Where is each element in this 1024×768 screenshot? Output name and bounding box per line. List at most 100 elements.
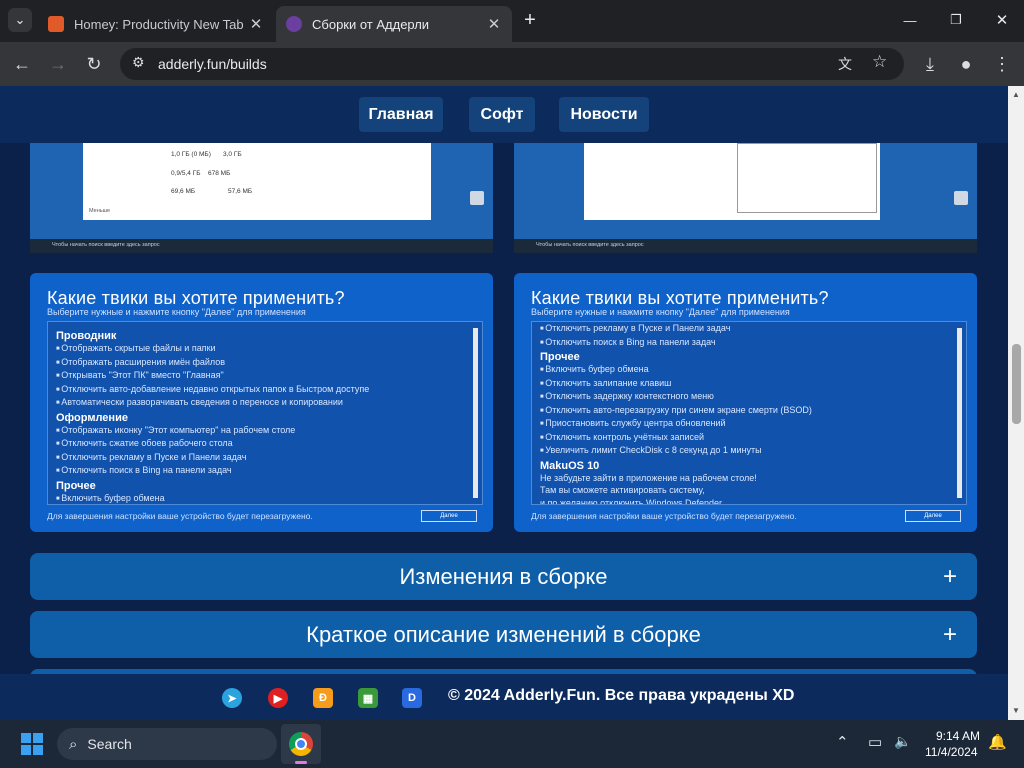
telegram-icon[interactable]: ➤: [222, 688, 242, 708]
nav-news[interactable]: Новости: [559, 97, 649, 132]
windows-start-icon[interactable]: [21, 733, 43, 755]
back-button[interactable]: ←: [8, 50, 36, 78]
tab-search-button[interactable]: ⌄: [8, 8, 32, 32]
tab-adderly[interactable]: Сборки от Аддерли ✕: [276, 6, 512, 42]
tweaks-list: Проводник Отображать скрытые файлы и пап…: [47, 321, 483, 505]
card-footer: Для завершения настройки ваше устройство…: [47, 511, 313, 521]
translate-icon[interactable]: 文: [838, 54, 852, 74]
scroll-up-arrow-icon[interactable]: ▲: [1012, 90, 1020, 99]
tweak-item: Включить буфер обмена: [540, 363, 958, 377]
minimize-button[interactable]: —: [896, 8, 924, 32]
tweak-item: Отключить рекламу в Пуске и Панели задач: [56, 451, 474, 465]
chevron-down-icon: ⌄: [14, 12, 26, 27]
mini-search-text: Чтобы начать поиск введите здесь запрос: [52, 242, 160, 248]
stat-text: 69,6 МБ: [171, 188, 196, 195]
section-heading: Прочее: [540, 351, 580, 363]
tweak-item: Открывать "Этот ПК" вместо "Главная": [56, 369, 474, 383]
tweak-item: Отключить задержку контекстного меню: [540, 390, 958, 404]
accordion-label: Краткое описание изменений в сборке: [306, 621, 701, 647]
info-line: Там вы сможете активировать систему,: [540, 485, 705, 495]
os-taskbar: ⌕ Search ⌃ ▭ 🔈 9:14 AM 11/4/2024 🔔: [0, 720, 1024, 768]
taskbar-search-box[interactable]: ⌕ Search: [57, 728, 277, 760]
site-footer: ➤ ▶ Ð ▦ D © 2024 Adderly.Fun. Все права …: [0, 674, 1008, 720]
tweak-item: Отображать расширения имён файлов: [56, 356, 474, 370]
less-link: Меньше: [89, 208, 111, 214]
donationalerts-icon[interactable]: Ð: [313, 688, 333, 708]
site-settings-icon[interactable]: ⚙: [132, 54, 145, 71]
close-tab-icon[interactable]: ✕: [486, 15, 502, 33]
search-icon: ⌕: [69, 735, 78, 753]
tweak-item: Отключить контроль учётных записей: [540, 431, 958, 445]
volume-muted-icon[interactable]: 🔈: [894, 733, 911, 750]
build-screenshot-2[interactable]: Чтобы начать поиск введите здесь запрос: [514, 143, 977, 253]
bookmark-star-icon[interactable]: ☆: [872, 52, 887, 72]
scroll-down-arrow-icon[interactable]: ▼: [1012, 706, 1020, 715]
clock-date[interactable]: 11/4/2024: [925, 745, 978, 759]
close-tab-icon[interactable]: ✕: [248, 15, 264, 33]
browser-tab-bar: ⌄ Homey: Productivity New Tab ✕ Сборки о…: [0, 0, 1024, 42]
plus-icon[interactable]: +: [943, 621, 957, 649]
mini-taskbar: Чтобы начать поиск введите здесь запрос: [30, 239, 493, 253]
site-navbar: Главная Софт Новости: [0, 86, 1008, 143]
dialog-window: [737, 143, 877, 213]
close-window-button[interactable]: ✕: [988, 8, 1016, 32]
adderly-favicon-icon: [286, 16, 302, 32]
info-line: Не забудьте зайти в приложение на рабоче…: [540, 472, 757, 483]
stat-text: 0,9/5,4 ГБ: [171, 170, 201, 177]
nav-home[interactable]: Главная: [359, 97, 443, 132]
notification-bell-icon[interactable]: 🔔: [988, 733, 1007, 751]
network-icon[interactable]: ▭: [868, 733, 882, 751]
mini-taskbar: Чтобы начать поиск введите здесь запрос: [514, 239, 977, 253]
card-footer: Для завершения настройки ваше устройство…: [531, 511, 797, 521]
info-line: и по желанию отключить Windows Defender: [540, 497, 722, 505]
accordion-changes[interactable]: Изменения в сборке +: [30, 553, 977, 600]
tab-homey[interactable]: Homey: Productivity New Tab ✕: [38, 6, 274, 42]
accordion-short-description[interactable]: Краткое описание изменений в сборке +: [30, 611, 977, 658]
card-title: Какие твики вы хотите применить?: [531, 288, 829, 308]
section-heading: MakuOS 10: [540, 459, 600, 472]
chevron-up-icon[interactable]: ⌃: [836, 733, 849, 751]
plus-icon[interactable]: +: [943, 563, 957, 591]
boosty-icon[interactable]: ▦: [358, 688, 378, 708]
search-placeholder: Search: [87, 736, 132, 752]
page-scrollbar[interactable]: ▲ ▼: [1008, 86, 1024, 720]
d-icon[interactable]: D: [402, 688, 422, 708]
reload-button[interactable]: ↻: [80, 50, 108, 78]
url-text[interactable]: adderly.fun/builds: [158, 56, 267, 72]
tab-title: Homey: Productivity New Tab: [74, 16, 244, 32]
homey-favicon-icon: [48, 16, 64, 32]
tweak-item: Увеличить лимит CheckDisk с 8 секунд до …: [540, 444, 958, 458]
next-button: Далее: [905, 510, 961, 522]
tweak-item: Отключить залипание клавиш: [540, 377, 958, 391]
profile-icon[interactable]: ●: [952, 50, 980, 78]
youtube-icon[interactable]: ▶: [268, 688, 288, 708]
tweak-item: Отключить авто-добавление недавно открыт…: [56, 383, 474, 397]
tweaks-screenshot-2[interactable]: Какие твики вы хотите применить? Выберит…: [514, 273, 977, 532]
download-icon[interactable]: ⤓: [916, 50, 944, 78]
section-heading: Проводник: [56, 330, 117, 342]
restore-button[interactable]: ❐: [942, 8, 970, 32]
nav-soft[interactable]: Софт: [469, 97, 535, 132]
tweak-item: Отключить рекламу в Пуске и Панели задач: [540, 322, 958, 336]
scrollbar-thumb[interactable]: [1012, 344, 1021, 424]
tweak-item: Включить буфер обмена: [56, 492, 474, 505]
forward-button[interactable]: →: [44, 50, 72, 78]
page-content: 1,0 ГБ (0 МБ) 3,0 ГБ 0,9/5,4 ГБ 678 МБ 6…: [0, 86, 1008, 720]
list-scrollbar: [957, 328, 962, 498]
tweak-item: Отключить поиск в Bing на панели задач: [540, 336, 958, 350]
tweaks-list: Отключить рекламу в Пуске и Панели задач…: [531, 321, 967, 505]
browser-toolbar: ← → ↻ ⚙ adderly.fun/builds 文 ☆ ⤓ ● ⋮: [0, 42, 1024, 86]
card-title: Какие твики вы хотите применить?: [47, 288, 345, 308]
tab-title: Сборки от Аддерли: [312, 16, 430, 32]
section-heading: Прочее: [56, 479, 96, 492]
address-bar[interactable]: ⚙ adderly.fun/builds 文 ☆: [120, 48, 904, 80]
clock-time[interactable]: 9:14 AM: [936, 729, 980, 743]
tweak-item: Приостановить службу центра обновлений: [540, 417, 958, 431]
stat-text: 57,6 МБ: [228, 188, 253, 195]
build-screenshot-1[interactable]: 1,0 ГБ (0 МБ) 3,0 ГБ 0,9/5,4 ГБ 678 МБ 6…: [30, 143, 493, 253]
new-tab-button[interactable]: +: [518, 8, 542, 32]
menu-kebab-icon[interactable]: ⋮: [988, 50, 1016, 78]
tweaks-screenshot-1[interactable]: Какие твики вы хотите применить? Выберит…: [30, 273, 493, 532]
chrome-taskbar-icon[interactable]: [281, 724, 321, 764]
tweak-item: Отключить поиск в Bing на панели задач: [56, 464, 474, 478]
